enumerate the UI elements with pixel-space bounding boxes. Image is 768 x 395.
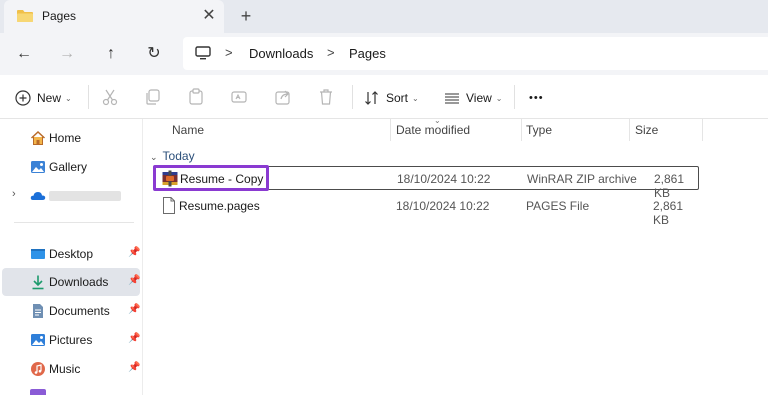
column-divider[interactable]: [702, 119, 703, 141]
breadcrumb-downloads[interactable]: Downloads: [249, 46, 313, 61]
sidebar-item-label: Documents: [49, 304, 110, 318]
pin-icon[interactable]: 📌: [128, 247, 140, 258]
file-name: Resume.pages: [179, 199, 260, 213]
more-options-button[interactable]: •••: [529, 87, 544, 109]
file-date: 18/10/2024 10:22: [397, 172, 491, 186]
sidebar-item-downloads[interactable]: Downloads 📌: [2, 268, 140, 296]
tab-strip: Pages ✕ +: [0, 0, 768, 33]
tab-pages[interactable]: Pages ✕: [4, 0, 224, 33]
group-header-today[interactable]: ⌄ Today: [150, 149, 195, 163]
documents-icon: [33, 304, 43, 318]
music-icon: [31, 362, 45, 376]
new-label: New: [37, 91, 62, 105]
file-size: 2,861 KB: [653, 199, 684, 227]
pin-icon[interactable]: 📌: [128, 275, 140, 286]
sort-label: Sort: [386, 91, 409, 105]
forward-arrow-icon[interactable]: →: [55, 42, 79, 66]
toolbar-divider: [514, 85, 515, 109]
cloud-icon: [30, 192, 46, 200]
plus-circle-icon: [15, 90, 31, 106]
sidebar-item-label: Downloads: [49, 275, 109, 289]
navigation-bar: ← → ↑ ↻ > Downloads > Pages: [0, 33, 768, 75]
file-icon: [163, 197, 175, 214]
sidebar-item-label: Pictures: [49, 333, 93, 347]
column-header-name[interactable]: Name: [144, 119, 390, 141]
share-icon[interactable]: [273, 87, 293, 107]
file-list: Name Date modified ⌄ Type Size ⌄ Today Re…: [144, 116, 768, 395]
file-type: WinRAR ZIP archive: [527, 172, 637, 186]
view-button[interactable]: View ⌄: [444, 87, 503, 109]
gallery-icon: [31, 161, 45, 173]
download-icon: [32, 275, 44, 290]
blurred-account-name: [49, 191, 121, 201]
copy-icon[interactable]: [143, 87, 163, 107]
pin-icon[interactable]: 📌: [128, 304, 140, 315]
sidebar-item-pictures[interactable]: Pictures 📌: [2, 326, 140, 354]
toolbar-divider: [88, 85, 89, 109]
sort-button[interactable]: Sort ⌄: [364, 87, 419, 109]
sidebar-item-gallery[interactable]: Gallery: [2, 153, 140, 181]
file-name: Resume - Copy: [180, 172, 264, 186]
sidebar-item-music[interactable]: Music 📌: [2, 355, 140, 383]
desktop-icon: [31, 249, 45, 259]
command-bar: New ⌄ Sort ⌄ View ⌄ •••: [0, 75, 768, 119]
chevron-down-icon: ⌄: [65, 93, 72, 103]
sort-icon: [365, 91, 378, 105]
tab-title: Pages: [42, 9, 77, 23]
paste-icon[interactable]: [186, 87, 206, 107]
pin-icon[interactable]: 📌: [128, 362, 140, 373]
view-list-icon: [445, 93, 459, 104]
home-icon: [30, 130, 46, 145]
refresh-icon[interactable]: ↻: [142, 42, 166, 66]
file-row[interactable]: Resume.pages 18/10/2024 10:22 PAGES File…: [154, 194, 699, 227]
sidebar-item-home[interactable]: Home: [2, 124, 140, 152]
address-bar[interactable]: > Downloads > Pages: [183, 37, 768, 70]
file-row[interactable]: Resume - Copy 18/10/2024 10:22 WinRAR ZI…: [154, 166, 699, 200]
chevron-down-icon: ⌄: [412, 93, 419, 103]
this-pc-icon: [195, 46, 211, 60]
sidebar-item-partial: [30, 389, 46, 395]
pin-icon[interactable]: 📌: [128, 333, 140, 344]
column-header-type[interactable]: Type: [522, 119, 629, 141]
new-button[interactable]: New ⌄: [15, 87, 72, 109]
sidebar-item-label: Home: [49, 131, 82, 145]
column-header-date-modified[interactable]: Date modified: [391, 119, 521, 141]
sidebar-item-label: Music: [49, 362, 81, 376]
pictures-icon: [31, 334, 45, 346]
winrar-archive-icon: [162, 170, 178, 187]
folder-icon: [17, 10, 33, 22]
sidebar-item-label: Gallery: [49, 160, 88, 174]
rename-icon[interactable]: [229, 87, 249, 107]
view-label: View: [466, 91, 492, 105]
chevron-right-icon[interactable]: ›: [12, 188, 16, 200]
breadcrumb-pages[interactable]: Pages: [349, 46, 386, 61]
new-tab-icon[interactable]: +: [236, 6, 256, 26]
delete-icon[interactable]: [316, 87, 336, 107]
close-icon[interactable]: ✕: [200, 7, 218, 25]
breadcrumb-chevron-icon[interactable]: >: [327, 45, 335, 60]
sidebar-item-desktop[interactable]: Desktop 📌: [2, 240, 140, 268]
breadcrumb-chevron-icon[interactable]: >: [225, 45, 233, 60]
file-date: 18/10/2024 10:22: [396, 199, 490, 213]
file-type: PAGES File: [526, 199, 590, 213]
cut-icon[interactable]: [100, 87, 120, 107]
sidebar-divider: [14, 222, 134, 223]
back-arrow-icon[interactable]: ←: [12, 42, 36, 66]
chevron-down-icon: ⌄: [434, 116, 441, 125]
sidebar-item-label: Desktop: [49, 247, 94, 261]
up-arrow-icon[interactable]: ↑: [99, 42, 123, 66]
sidebar-item-cloud[interactable]: ›: [2, 182, 140, 210]
chevron-down-icon: ⌄: [495, 93, 503, 103]
sidebar-item-documents[interactable]: Documents 📌: [2, 297, 140, 325]
chevron-down-icon: ⌄: [150, 152, 158, 162]
toolbar-divider: [352, 85, 353, 109]
column-header-size[interactable]: Size: [630, 119, 702, 141]
navigation-pane: Home Gallery › Desktop 📌 Downloads 📌 Doc…: [0, 119, 143, 395]
